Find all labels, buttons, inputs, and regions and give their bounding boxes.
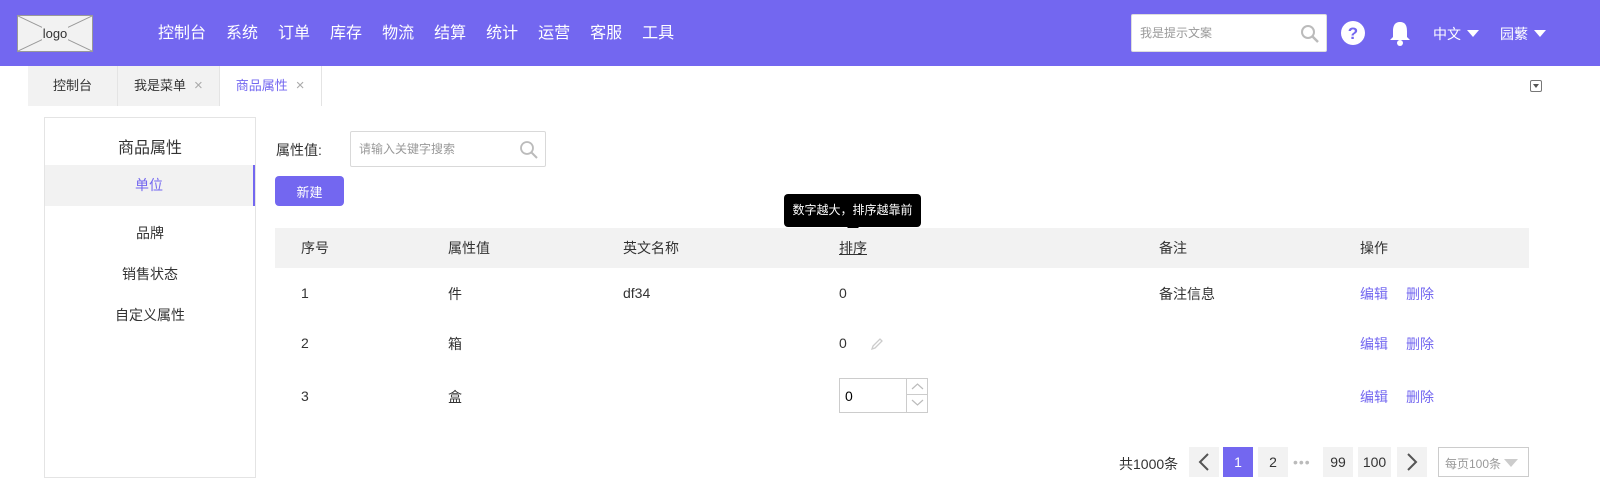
column-header-value: 属性值 bbox=[448, 240, 490, 256]
sidebar-item-unit[interactable]: 单位 bbox=[45, 165, 255, 206]
column-header-actions: 操作 bbox=[1360, 240, 1388, 256]
tabs-dropdown-button[interactable] bbox=[1530, 80, 1542, 92]
sort-number-stepper bbox=[839, 378, 928, 413]
delete-link[interactable]: 删除 bbox=[1406, 387, 1434, 407]
sidebar-item-sales-status[interactable]: 销售状态 bbox=[45, 264, 255, 284]
page-size-label: 每页100条 bbox=[1445, 457, 1502, 471]
cell-index: 1 bbox=[301, 285, 309, 301]
user-menu[interactable]: 园蘩 bbox=[1500, 24, 1546, 44]
cell-value: 盒 bbox=[448, 389, 462, 405]
page-button[interactable]: 2 bbox=[1258, 447, 1288, 477]
pagination-total: 共1000条 bbox=[1119, 456, 1179, 472]
tab-label: 我是菜单 bbox=[134, 78, 187, 93]
pagination-ellipsis[interactable]: ••• bbox=[1293, 454, 1311, 470]
page-tabs: 控制台 我是菜单 × 商品属性 × bbox=[28, 66, 322, 106]
header-search-input[interactable] bbox=[1140, 15, 1300, 51]
page-button[interactable]: 1 bbox=[1223, 447, 1253, 477]
delete-link[interactable]: 删除 bbox=[1406, 284, 1434, 304]
svg-text:?: ? bbox=[1348, 24, 1358, 43]
chevron-right-icon bbox=[1407, 453, 1418, 471]
chevron-up-icon bbox=[911, 383, 924, 390]
stepper-down-button[interactable] bbox=[906, 395, 928, 412]
notification-bell-icon[interactable] bbox=[1388, 20, 1412, 49]
next-page-button[interactable] bbox=[1397, 447, 1427, 477]
user-name: 园蘩 bbox=[1500, 26, 1528, 42]
close-icon[interactable]: × bbox=[194, 66, 203, 106]
sort-number-input[interactable] bbox=[845, 379, 905, 412]
cell-english-name: df34 bbox=[623, 285, 651, 301]
header-search bbox=[1131, 14, 1327, 52]
column-header-english-name: 英文名称 bbox=[623, 240, 679, 256]
cell-index: 3 bbox=[301, 388, 309, 404]
attribute-search bbox=[350, 131, 546, 167]
nav-item-dashboard[interactable]: 控制台 bbox=[148, 0, 216, 66]
table-header: 序号 属性值 英文名称 排序 备注 操作 bbox=[275, 228, 1529, 268]
language-select[interactable]: 中文 bbox=[1433, 24, 1479, 44]
nav-item-operations[interactable]: 运营 bbox=[528, 0, 580, 66]
logo[interactable]: logo bbox=[17, 15, 93, 52]
filter-label: 属性值: bbox=[276, 142, 322, 158]
edit-pencil-icon[interactable] bbox=[870, 337, 884, 354]
nav-item-settlement[interactable]: 结算 bbox=[424, 0, 476, 66]
edit-link[interactable]: 编辑 bbox=[1360, 334, 1388, 354]
nav-item-tools[interactable]: 工具 bbox=[632, 0, 684, 66]
nav-item-orders[interactable]: 订单 bbox=[268, 0, 320, 66]
tab-dashboard[interactable]: 控制台 bbox=[28, 66, 118, 106]
prev-page-button[interactable] bbox=[1189, 447, 1219, 477]
tab-label: 商品属性 bbox=[235, 78, 288, 93]
nav-item-logistics[interactable]: 物流 bbox=[372, 0, 424, 66]
page-button[interactable]: 99 bbox=[1323, 447, 1353, 477]
tab-my-menu[interactable]: 我是菜单 × bbox=[118, 66, 220, 106]
edit-link[interactable]: 编辑 bbox=[1360, 284, 1388, 304]
tab-product-attributes[interactable]: 商品属性 × bbox=[219, 66, 322, 106]
column-header-remark: 备注 bbox=[1159, 240, 1187, 256]
page-size-select[interactable]: 每页100条 bbox=[1438, 447, 1529, 477]
delete-link[interactable]: 删除 bbox=[1406, 334, 1434, 354]
chevron-down-icon bbox=[1504, 459, 1518, 467]
cell-sort: 0 bbox=[839, 285, 847, 301]
search-icon[interactable] bbox=[1300, 24, 1320, 47]
top-navbar: logo 控制台 系统 订单 库存 物流 结算 统计 运营 客服 工具 ? 中文… bbox=[0, 0, 1600, 66]
chevron-down-icon bbox=[1533, 84, 1539, 88]
stepper-up-button[interactable] bbox=[906, 379, 928, 395]
attribute-sidebar: 商品属性 单位 品牌 销售状态 自定义属性 bbox=[44, 117, 256, 478]
chevron-down-icon bbox=[1534, 30, 1546, 37]
nav-item-statistics[interactable]: 统计 bbox=[476, 0, 528, 66]
page-button[interactable]: 100 bbox=[1358, 447, 1391, 477]
language-label: 中文 bbox=[1433, 26, 1461, 42]
column-header-sort[interactable]: 排序 bbox=[839, 228, 867, 268]
nav-item-inventory[interactable]: 库存 bbox=[320, 0, 372, 66]
chevron-down-icon bbox=[1467, 30, 1479, 37]
nav-item-system[interactable]: 系统 bbox=[216, 0, 268, 66]
attribute-search-input[interactable] bbox=[359, 132, 519, 166]
edit-link[interactable]: 编辑 bbox=[1360, 387, 1388, 407]
close-icon[interactable]: × bbox=[296, 66, 305, 106]
logo-text: logo bbox=[41, 26, 69, 41]
main-nav: 控制台 系统 订单 库存 物流 结算 统计 运营 客服 工具 bbox=[148, 0, 684, 66]
sidebar-item-brand[interactable]: 品牌 bbox=[45, 223, 255, 243]
column-header-index: 序号 bbox=[301, 240, 329, 256]
sort-tooltip: 数字越大，排序越靠前 bbox=[784, 194, 921, 233]
cell-sort: 0 bbox=[839, 335, 847, 351]
cell-remark: 备注信息 bbox=[1159, 286, 1215, 302]
help-icon[interactable]: ? bbox=[1340, 20, 1366, 49]
tab-label: 控制台 bbox=[52, 78, 92, 93]
sidebar-item-custom-attributes[interactable]: 自定义属性 bbox=[45, 305, 255, 325]
new-button[interactable]: 新建 bbox=[275, 176, 344, 206]
search-icon[interactable] bbox=[519, 140, 539, 163]
sidebar-title: 商品属性 bbox=[117, 140, 182, 157]
chevron-down-icon bbox=[911, 399, 924, 406]
cell-value: 件 bbox=[448, 286, 462, 302]
cell-index: 2 bbox=[301, 335, 309, 351]
cell-value: 箱 bbox=[448, 336, 462, 352]
nav-item-customer-service[interactable]: 客服 bbox=[580, 0, 632, 66]
chevron-left-icon bbox=[1198, 453, 1209, 471]
